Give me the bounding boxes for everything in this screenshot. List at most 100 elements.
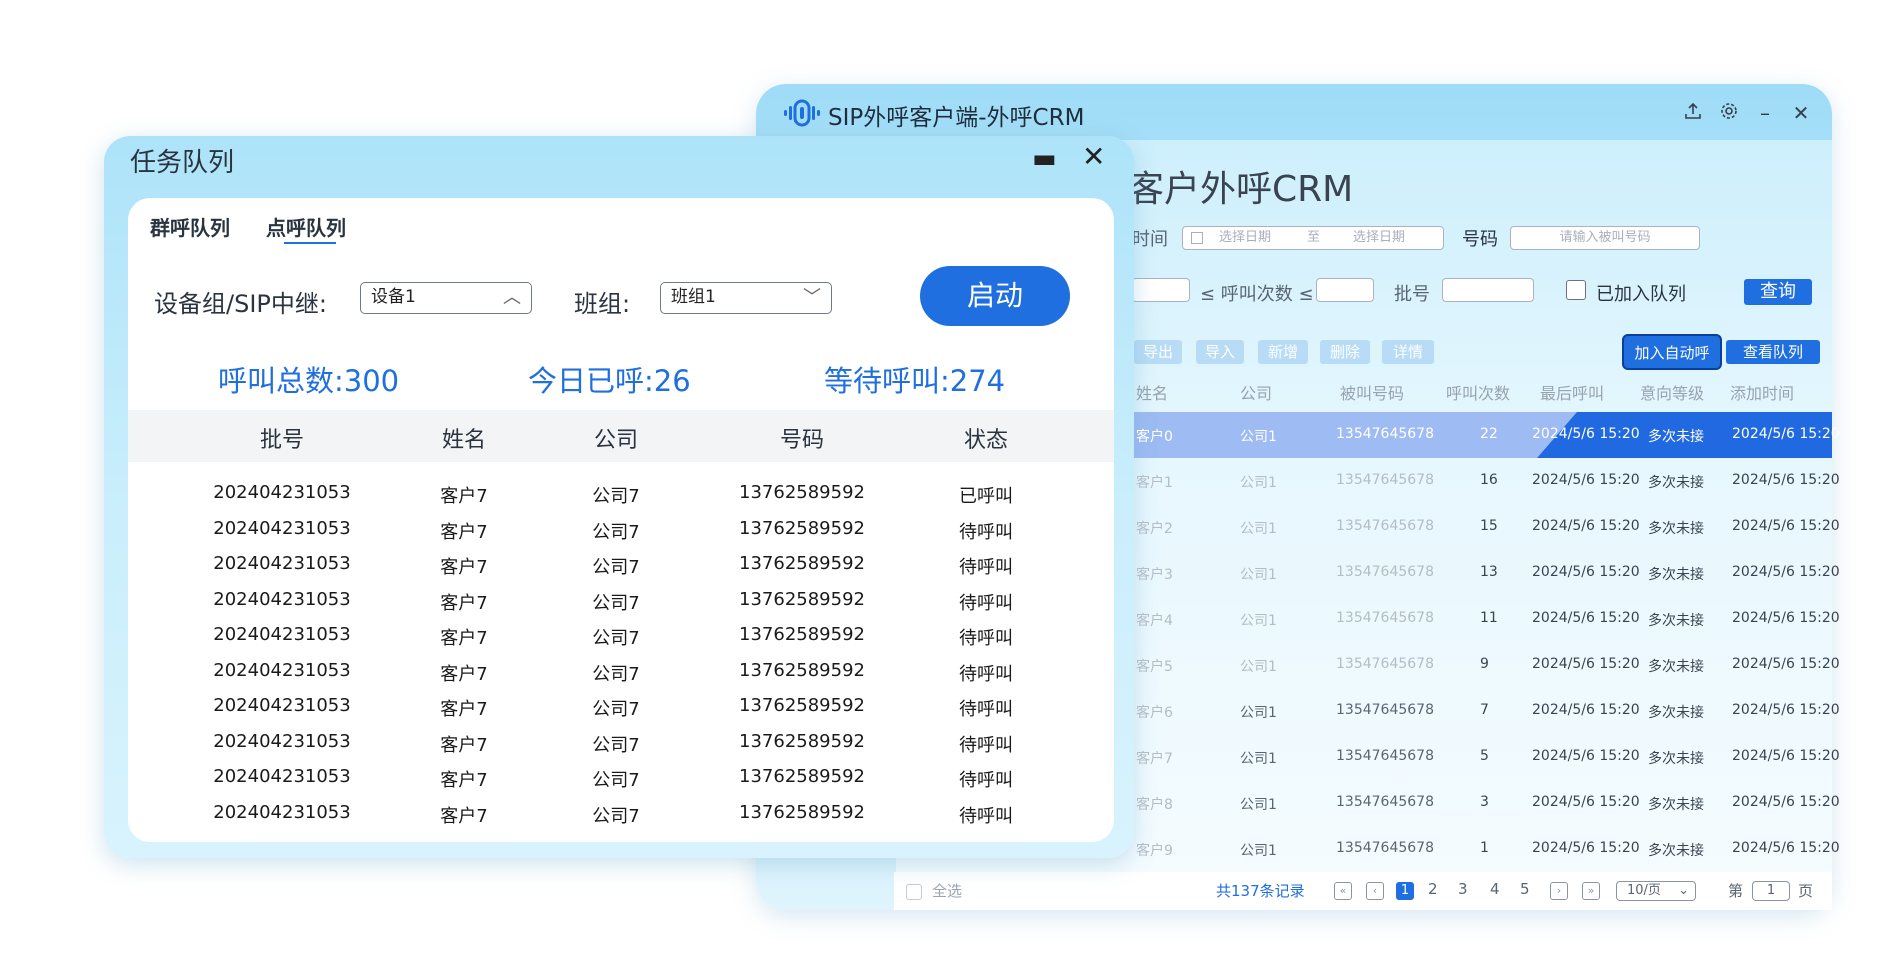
close-icon[interactable]: ✕ — [1788, 100, 1814, 126]
device-select[interactable]: 设备1 ︿ — [360, 282, 532, 314]
next-page-icon[interactable]: › — [1550, 882, 1568, 900]
queue-table-row[interactable]: 202404231053 客户7 公司7 13762589592 待呼叫 — [128, 547, 1114, 583]
max-calls-input[interactable] — [1316, 278, 1374, 302]
crm-table-row[interactable]: 客户5 公司1 13547645678 9 2024/5/6 15:20 多次未接 2024… — [1132, 642, 1840, 688]
cell-status: 已呼叫 — [959, 486, 1013, 507]
select-all-checkbox[interactable] — [906, 884, 922, 900]
crm-cell-phone: 13547645678 — [1336, 702, 1434, 718]
crm-table-row[interactable]: 客户9 公司1 13547645678 1 2024/5/6 15:20 多次未接 2024… — [1132, 826, 1840, 872]
export-button[interactable]: 导出 — [1134, 340, 1182, 364]
batch-input[interactable] — [1442, 278, 1534, 302]
queue-table-row[interactable]: 202404231053 客户7 公司7 13762589592 待呼叫 — [128, 654, 1114, 690]
tab-group-call[interactable]: 群呼队列 — [150, 212, 230, 241]
cell-phone: 13762589592 — [739, 482, 865, 503]
group-select[interactable]: 班组1 ﹀ — [660, 282, 832, 314]
queue-table-row[interactable]: 202404231053 客户7 公司7 13762589592 待呼叫 — [128, 618, 1114, 654]
active-tab-indicator — [284, 242, 336, 244]
crm-col-last: 最后呼叫 — [1540, 384, 1605, 403]
chevron-down-icon: ⌄ — [1678, 883, 1689, 898]
crm-cell-name: 客户1 — [1136, 475, 1173, 491]
end-date-placeholder: 选择日期 — [1353, 230, 1406, 245]
page-4[interactable]: 4 — [1490, 880, 1500, 898]
crm-table-row[interactable]: 客户2 公司1 13547645678 15 2024/5/6 15:20 多次未接 202… — [1132, 504, 1840, 550]
crm-cell-level: 多次未接 — [1648, 751, 1704, 767]
queue-table-row[interactable]: 202404231053 客户7 公司7 13762589592 待呼叫 — [128, 512, 1114, 548]
phone-input[interactable]: 请输入被叫号码 — [1510, 226, 1700, 250]
crm-cell-company: 公司1 — [1240, 613, 1277, 629]
crm-cell-name: 客户6 — [1136, 705, 1173, 721]
cell-phone: 13762589592 — [739, 730, 865, 752]
details-button[interactable]: 详情 — [1382, 340, 1434, 364]
crm-table-row[interactable]: 客户4 公司1 13547645678 11 2024/5/6 15:20 多次未接 202… — [1132, 596, 1840, 642]
cell-phone: 13762589592 — [739, 517, 865, 539]
crm-table-row[interactable]: 客户0 公司1 13547645678 22 2024/5/6 15:20 多次未接 202… — [1132, 412, 1840, 458]
page-2[interactable]: 2 — [1428, 880, 1438, 898]
start-date-placeholder: 选择日期 — [1219, 230, 1272, 245]
queue-table-row[interactable]: 202404231053 客户7 公司7 13762589592 待呼叫 — [128, 760, 1114, 796]
queue-table-row[interactable]: 202404231053 客户7 公司7 13762589592 待呼叫 — [128, 796, 1114, 832]
crm-table-row[interactable]: 客户7 公司1 13547645678 5 2024/5/6 15:20 多次未接 2024… — [1132, 734, 1840, 780]
cell-phone: 13762589592 — [739, 624, 865, 645]
crm-cell-name: 客户4 — [1136, 613, 1173, 629]
crm-table-row[interactable]: 客户8 公司1 13547645678 3 2024/5/6 15:20 多次未接 2024… — [1132, 780, 1840, 826]
crm-table-row[interactable]: 客户3 公司1 13547645678 13 2024/5/6 15:20 多次未接 202… — [1132, 550, 1840, 596]
page-5[interactable]: 5 — [1520, 880, 1530, 898]
crm-cell-count: 1 — [1480, 840, 1489, 856]
cell-company: 公司7 — [592, 628, 640, 649]
last-page-icon[interactable]: » — [1582, 882, 1600, 900]
group-value: 班组1 — [671, 287, 716, 307]
app-title: SIP外呼客户端-外呼CRM — [828, 105, 1085, 131]
add-auto-call-button[interactable]: 加入自动呼 — [1622, 334, 1722, 370]
settings-icon[interactable] — [1716, 100, 1742, 126]
minimize-icon[interactable]: ▬ — [1032, 144, 1057, 174]
queued-checkbox[interactable] — [1566, 280, 1586, 300]
crm-cell-company: 公司1 — [1240, 567, 1277, 583]
queue-table-row[interactable]: 202404231053 客户7 公司7 13762589592 待呼叫 — [128, 689, 1114, 725]
date-range-input[interactable]: 选择日期 至 选择日期 — [1182, 226, 1444, 250]
cell-status: 待呼叫 — [959, 805, 1013, 827]
cell-phone: 13762589592 — [739, 695, 865, 716]
queue-table-row[interactable]: 202404231053 客户7 公司7 13762589592 已呼叫 — [128, 476, 1114, 512]
crm-cell-company: 公司1 — [1240, 659, 1277, 675]
crm-cell-company: 公司1 — [1240, 705, 1277, 721]
minimize-icon[interactable]: – — [1752, 100, 1778, 126]
crm-titlebar: SIP外呼客户端-外呼CRM – ✕ — [756, 84, 1832, 142]
crm-col-name: 姓名 — [1136, 384, 1169, 403]
upload-icon[interactable] — [1680, 100, 1706, 126]
queue-table-row[interactable]: 202404231053 客户7 公司7 13762589592 待呼叫 — [128, 725, 1114, 761]
cell-name: 客户7 — [440, 521, 488, 543]
crm-table-row[interactable]: 客户6 公司1 13547645678 7 2024/5/6 15:20 多次未接 2024… — [1132, 688, 1840, 734]
tab-point-call[interactable]: 点呼队列 — [266, 212, 346, 241]
page-size-select[interactable]: 10/页 ⌄ — [1616, 881, 1696, 901]
cell-phone: 13762589592 — [739, 553, 865, 574]
goto-page-input[interactable]: 1 — [1752, 881, 1790, 901]
view-queue-button[interactable]: 查看队列 — [1726, 340, 1820, 364]
crm-cell-level: 多次未接 — [1648, 843, 1704, 859]
queue-table-row[interactable]: 202404231053 客户7 公司7 13762589592 待呼叫 — [128, 583, 1114, 619]
stat-today: 今日已呼:26 — [528, 364, 691, 398]
add-button[interactable]: 新增 — [1258, 340, 1308, 364]
cell-phone: 13762589592 — [739, 659, 865, 681]
task-card: 群呼队列 点呼队列 设备组/SIP中继: 设备1 ︿ 班组: 班组1 ﹀ 启动 … — [128, 198, 1114, 842]
cell-phone: 13762589592 — [739, 801, 865, 823]
crm-table-row[interactable]: 客户1 公司1 13547645678 16 2024/5/6 15:20 多次未接 202… — [1132, 458, 1840, 504]
crm-cell-last: 2024/5/6 15:20 — [1532, 472, 1640, 488]
crm-cell-level: 多次未接 — [1648, 567, 1704, 583]
cell-batch: 202404231053 — [213, 482, 351, 503]
start-button[interactable]: 启动 — [920, 266, 1070, 326]
close-icon[interactable]: ✕ — [1082, 140, 1105, 173]
goto-suffix: 页 — [1798, 882, 1814, 900]
cell-name: 客户7 — [440, 663, 488, 685]
min-calls-input[interactable] — [1132, 278, 1190, 302]
delete-button[interactable]: 删除 — [1320, 340, 1370, 364]
crm-cell-level: 多次未接 — [1648, 475, 1704, 491]
crm-cell-phone: 13547645678 — [1336, 748, 1434, 764]
first-page-icon[interactable]: « — [1334, 882, 1352, 900]
prev-page-icon[interactable]: ‹ — [1366, 882, 1384, 900]
cell-batch: 202404231053 — [213, 588, 351, 610]
page-1[interactable]: 1 — [1396, 882, 1414, 900]
query-button[interactable]: 查询 — [1744, 279, 1812, 305]
crm-col-count: 呼叫次数 — [1446, 384, 1511, 403]
import-button[interactable]: 导入 — [1196, 340, 1244, 364]
page-3[interactable]: 3 — [1458, 880, 1468, 898]
